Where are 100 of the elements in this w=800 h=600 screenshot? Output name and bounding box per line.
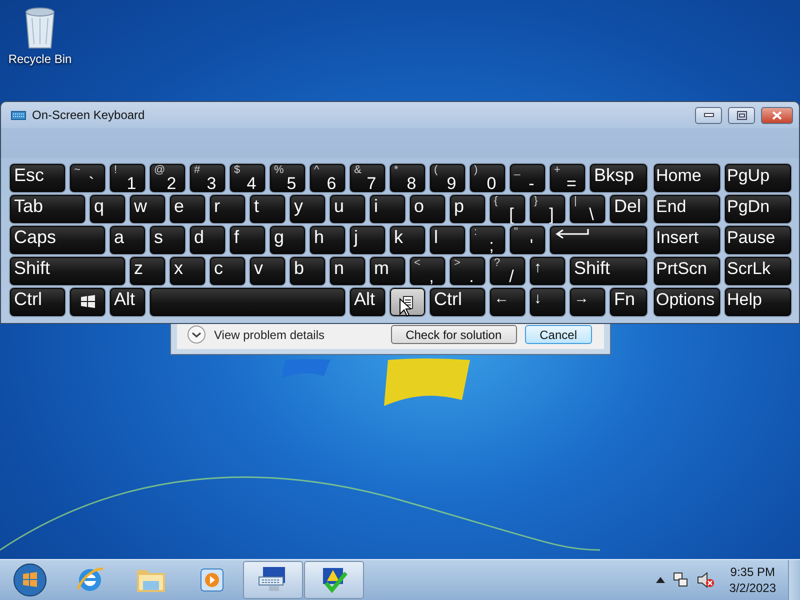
keyboard-key[interactable]: Help (724, 287, 792, 317)
keyboard-key[interactable]: t (249, 194, 286, 224)
enter-key[interactable] (549, 225, 648, 255)
menu-key[interactable] (389, 287, 426, 317)
keyboard-key[interactable]: Shift (9, 256, 126, 286)
show-hidden-icons-icon[interactable] (656, 577, 666, 583)
keyboard-key[interactable]: Home (653, 163, 721, 193)
keyboard-key[interactable]: " ' (509, 225, 546, 255)
dialog-button[interactable]: Cancel (524, 325, 592, 344)
space-key[interactable] (149, 287, 346, 317)
keyboard-key[interactable]: PgDn (724, 194, 792, 224)
keyboard-key[interactable]: s (149, 225, 186, 255)
keyboard-key[interactable]: Fn (609, 287, 648, 317)
keyboard-key[interactable]: + = (549, 163, 586, 193)
keyboard-key[interactable]: Alt (349, 287, 386, 317)
keyboard-key[interactable]: * 8 (389, 163, 426, 193)
keyboard-key[interactable]: a (109, 225, 146, 255)
keyboard-key[interactable]: PgUp (724, 163, 792, 193)
muted-speaker-icon[interactable] (697, 572, 716, 588)
keyboard-key[interactable]: : ; (469, 225, 506, 255)
mouse-pointer-icon (399, 298, 411, 317)
keyboard-key[interactable]: Shift (569, 256, 648, 286)
minimize-icon (704, 113, 714, 117)
keyboard-key[interactable]: i (369, 194, 406, 224)
keyboard-key[interactable]: u (329, 194, 366, 224)
keyboard-key[interactable]: Esc (9, 163, 66, 193)
keyboard-key[interactable]: n (329, 256, 366, 286)
windows-key[interactable] (69, 287, 106, 317)
clock[interactable]: 9:35 PM 3/2/2023 (723, 564, 782, 596)
keyboard-key[interactable]: < , (409, 256, 446, 286)
dialog-button[interactable]: Check for solution (390, 325, 517, 344)
taskbar-app-button[interactable] (243, 561, 303, 599)
keyboard-key[interactable]: Pause (724, 225, 792, 255)
keyboard-key[interactable]: Options (653, 287, 721, 317)
taskbar-app-button[interactable] (304, 561, 364, 599)
close-button[interactable] (761, 106, 793, 124)
keyboard-key[interactable]: ^ 6 (309, 163, 346, 193)
keyboard-key[interactable]: & 7 (349, 163, 386, 193)
keyboard-key[interactable]: Tab (9, 194, 86, 224)
keyboard-key[interactable]: { [ (489, 194, 526, 224)
network-icon[interactable] (673, 571, 690, 589)
keyboard-key[interactable]: g (269, 225, 306, 255)
keyboard-key[interactable]: $ 4 (229, 163, 266, 193)
keyboard-key[interactable]: ! 1 (109, 163, 146, 193)
desktop-icon-label[interactable]: Recycle Bin (8, 52, 72, 66)
keyboard-key[interactable]: PrtScn (653, 256, 721, 286)
keyboard-key[interactable]: Del (609, 194, 648, 224)
keyboard-key[interactable]: m (369, 256, 406, 286)
window-title: On-Screen Keyboard (32, 108, 146, 122)
media-player-icon (198, 566, 226, 594)
keyboard-key[interactable]: k (389, 225, 426, 255)
keyboard-key[interactable]: ( 9 (429, 163, 466, 193)
enter-arrow-icon (554, 227, 590, 239)
keyboard-key[interactable]: Caps (9, 225, 106, 255)
keyboard-key[interactable]: # 3 (189, 163, 226, 193)
keyboard-key[interactable]: ScrLk (724, 256, 792, 286)
keyboard-key[interactable]: l (429, 225, 466, 255)
keyboard-key[interactable]: v (249, 256, 286, 286)
keyboard-key[interactable]: h (309, 225, 346, 255)
keyboard-key[interactable]: _ - (509, 163, 546, 193)
keyboard-key[interactable]: ? / (489, 256, 526, 286)
keyboard-key[interactable]: Ctrl (429, 287, 486, 317)
maximize-icon (736, 110, 746, 120)
minimize-button[interactable] (695, 106, 722, 124)
keyboard-key[interactable]: ) 0 (469, 163, 506, 193)
keyboard-key[interactable]: End (653, 194, 721, 224)
keyboard-key[interactable]: } ] (529, 194, 566, 224)
keyboard-key[interactable]: ← (489, 287, 526, 317)
keyboard-key[interactable]: | \ (569, 194, 606, 224)
keyboard-key[interactable]: p (449, 194, 486, 224)
keyboard-key[interactable]: d (189, 225, 226, 255)
keyboard-key[interactable]: Alt (109, 287, 146, 317)
keyboard-key[interactable]: f (229, 225, 266, 255)
keyboard-key[interactable]: Bksp (589, 163, 648, 193)
keyboard-key[interactable]: w (129, 194, 166, 224)
keyboard-key[interactable]: ~ ` (69, 163, 106, 193)
close-icon (772, 110, 782, 120)
keyboard-icon (11, 110, 26, 120)
keyboard-key[interactable]: x (169, 256, 206, 286)
keyboard-key[interactable]: j (349, 225, 386, 255)
keyboard-key[interactable]: r (209, 194, 246, 224)
keyboard-key[interactable]: > . (449, 256, 486, 286)
keyboard-key[interactable]: @ 2 (149, 163, 186, 193)
keyboard-key[interactable]: Ctrl (9, 287, 66, 317)
keyboard-key[interactable]: ↓ (529, 287, 566, 317)
keyboard-key[interactable]: o (409, 194, 446, 224)
keyboard-key[interactable]: y (289, 194, 326, 224)
keyboard-key[interactable]: % 5 (269, 163, 306, 193)
maximize-button[interactable] (728, 106, 755, 124)
keyboard-key[interactable]: z (129, 256, 166, 286)
keyboard-key[interactable]: e (169, 194, 206, 224)
view-details-link[interactable]: View problem details (214, 328, 383, 344)
keyboard-key[interactable]: Insert (653, 225, 721, 255)
keyboard-key[interactable]: ↑ (529, 256, 566, 286)
keyboard-key[interactable]: b (289, 256, 326, 286)
chevron-down-icon[interactable] (187, 325, 206, 344)
keyboard-key[interactable]: c (209, 256, 246, 286)
keyboard-key[interactable]: → (569, 287, 606, 317)
windows-logo-icon (80, 295, 96, 309)
keyboard-key[interactable]: q (89, 194, 126, 224)
